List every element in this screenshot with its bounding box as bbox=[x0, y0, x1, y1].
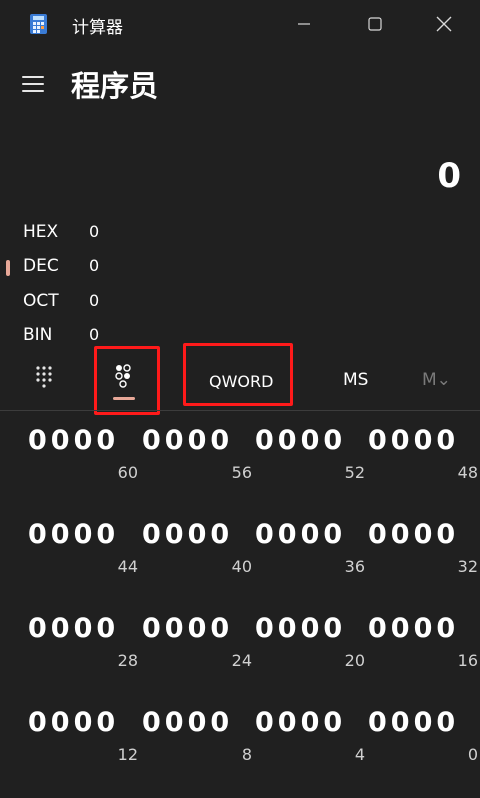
bit-group[interactable]: 0000 28 bbox=[28, 613, 138, 703]
bit-digits[interactable]: 0000 bbox=[142, 707, 233, 738]
bit-group[interactable]: 0000 0 bbox=[368, 707, 478, 797]
window-title: 计算器 bbox=[72, 18, 123, 38]
calculator-app-icon bbox=[30, 14, 47, 34]
bit-position-label: 56 bbox=[231, 463, 252, 482]
bit-position-label: 52 bbox=[344, 463, 365, 482]
mode-title: 程序员 bbox=[71, 69, 159, 103]
bit-position-label: 32 bbox=[457, 557, 478, 576]
bit-group[interactable]: 0000 8 bbox=[142, 707, 252, 797]
memory-menu-button[interactable]: M⌄ bbox=[422, 370, 451, 390]
bit-digits[interactable]: 0000 bbox=[368, 425, 459, 456]
radix-row-oct[interactable]: OCT 0 bbox=[0, 286, 200, 316]
radix-value: 0 bbox=[89, 256, 100, 275]
bit-position-label: 0 bbox=[467, 745, 478, 764]
bit-group[interactable]: 0000 60 bbox=[28, 425, 138, 515]
bit-digits[interactable]: 0000 bbox=[255, 519, 346, 550]
radix-label: OCT bbox=[23, 291, 59, 311]
maximize-icon bbox=[368, 17, 382, 31]
bit-group[interactable]: 0000 32 bbox=[368, 519, 478, 609]
bit-position-label: 40 bbox=[231, 557, 252, 576]
bit-group[interactable]: 0000 48 bbox=[368, 425, 478, 515]
hamburger-icon bbox=[22, 76, 44, 78]
bit-group[interactable]: 0000 4 bbox=[255, 707, 365, 797]
bit-position-label: 4 bbox=[354, 745, 365, 764]
bit-digits[interactable]: 0000 bbox=[255, 707, 346, 738]
bit-position-label: 44 bbox=[117, 557, 138, 576]
radix-label: DEC bbox=[23, 256, 59, 276]
selected-indicator bbox=[6, 260, 10, 276]
bit-digits[interactable]: 0000 bbox=[255, 613, 346, 644]
bit-group[interactable]: 0000 44 bbox=[28, 519, 138, 609]
bit-digits[interactable]: 0000 bbox=[142, 613, 233, 644]
bit-position-label: 60 bbox=[117, 463, 138, 482]
bit-digits[interactable]: 0000 bbox=[28, 613, 119, 644]
keypad-icon bbox=[36, 366, 52, 388]
bit-digits[interactable]: 0000 bbox=[255, 425, 346, 456]
minimize-button[interactable] bbox=[281, 8, 327, 40]
bit-group[interactable]: 0000 52 bbox=[255, 425, 365, 515]
memory-store-button[interactable]: MS bbox=[343, 370, 368, 390]
bit-digits[interactable]: 0000 bbox=[142, 425, 233, 456]
bit-position-label: 48 bbox=[457, 463, 478, 482]
bit-position-label: 36 bbox=[344, 557, 365, 576]
calculator-window: 计算器 程序员 0 HEX 0 DEC 0 OCT 0 BIN 0 QWORD … bbox=[0, 0, 480, 798]
bit-digits[interactable]: 0000 bbox=[368, 707, 459, 738]
close-icon bbox=[436, 16, 452, 32]
bit-group[interactable]: 0000 24 bbox=[142, 613, 252, 703]
bit-position-label: 24 bbox=[231, 651, 252, 670]
bit-group[interactable]: 0000 20 bbox=[255, 613, 365, 703]
bit-digits[interactable]: 0000 bbox=[368, 519, 459, 550]
radix-row-hex[interactable]: HEX 0 bbox=[0, 217, 200, 247]
bit-position-label: 12 bbox=[117, 745, 138, 764]
bit-group[interactable]: 0000 40 bbox=[142, 519, 252, 609]
bit-position-label: 20 bbox=[344, 651, 365, 670]
bit-group[interactable]: 0000 56 bbox=[142, 425, 252, 515]
radix-value: 0 bbox=[89, 222, 100, 241]
bit-digits[interactable]: 0000 bbox=[28, 707, 119, 738]
radix-label: BIN bbox=[23, 325, 53, 345]
divider bbox=[0, 410, 480, 411]
full-keypad-button[interactable] bbox=[28, 363, 62, 397]
title-bar[interactable]: 计算器 bbox=[0, 0, 480, 48]
minimize-icon bbox=[298, 23, 310, 25]
radix-label: HEX bbox=[23, 222, 59, 242]
radix-row-dec[interactable]: DEC 0 bbox=[0, 251, 200, 281]
bit-digits[interactable]: 0000 bbox=[28, 519, 119, 550]
bit-digits[interactable]: 0000 bbox=[142, 519, 233, 550]
bit-position-label: 16 bbox=[457, 651, 478, 670]
bit-position-label: 8 bbox=[241, 745, 252, 764]
bit-digits[interactable]: 0000 bbox=[368, 613, 459, 644]
bit-group[interactable]: 0000 12 bbox=[28, 707, 138, 797]
radix-value: 0 bbox=[89, 291, 100, 310]
navigation-menu-button[interactable] bbox=[22, 72, 50, 96]
red-highlight-box bbox=[183, 343, 293, 406]
bit-digits[interactable]: 0000 bbox=[28, 425, 119, 456]
bit-group[interactable]: 0000 36 bbox=[255, 519, 365, 609]
red-highlight-box bbox=[94, 346, 160, 415]
radix-value: 0 bbox=[89, 325, 100, 344]
maximize-button[interactable] bbox=[352, 8, 398, 40]
close-button[interactable] bbox=[421, 8, 467, 40]
bit-position-label: 28 bbox=[117, 651, 138, 670]
result-display: 0 bbox=[437, 156, 461, 196]
bit-group[interactable]: 0000 16 bbox=[368, 613, 478, 703]
